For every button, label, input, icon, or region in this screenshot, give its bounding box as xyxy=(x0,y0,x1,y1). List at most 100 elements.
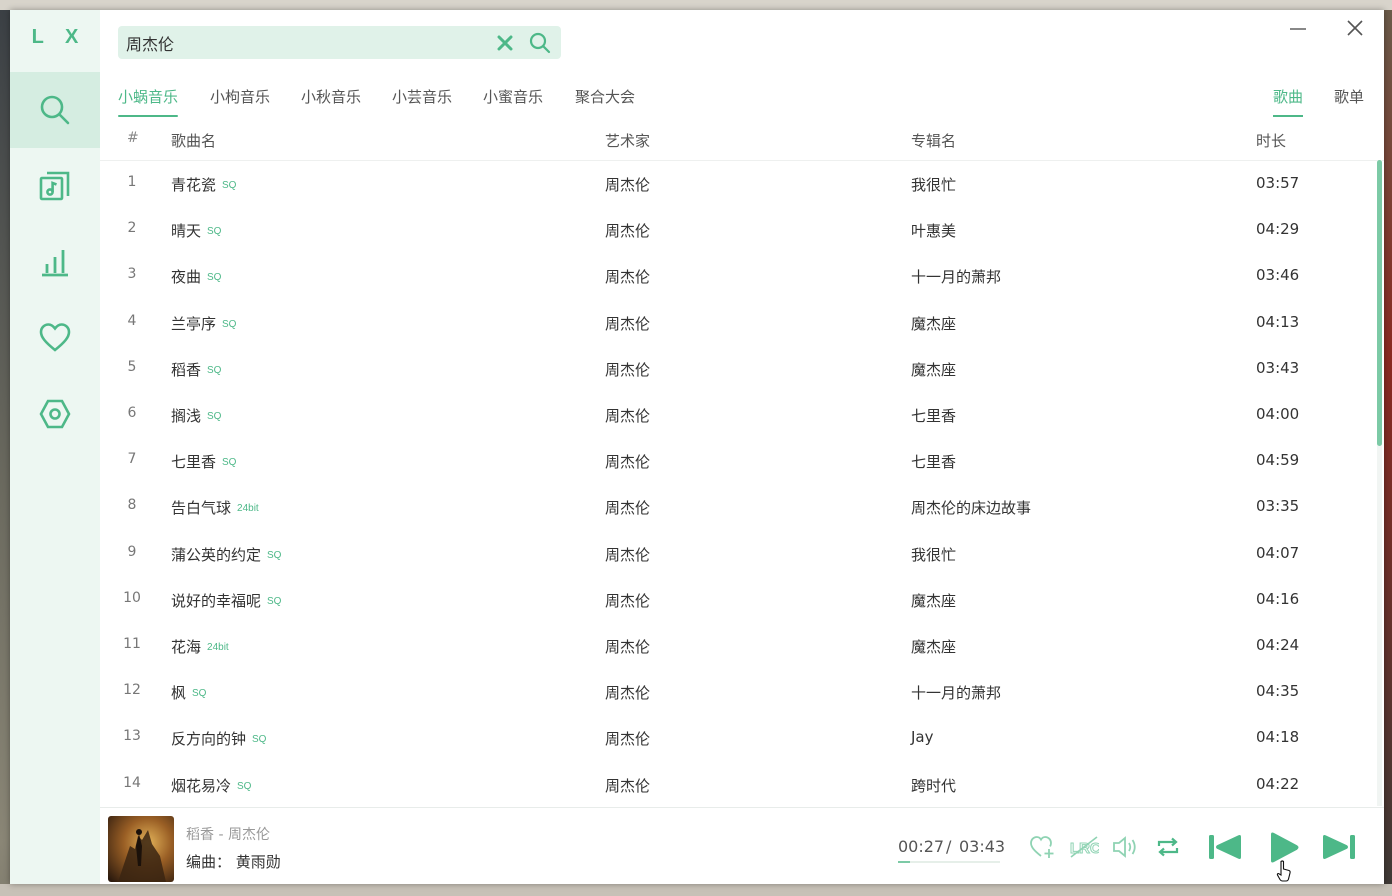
row-index: 13 xyxy=(123,728,141,745)
artist-cell[interactable]: 周杰伦 xyxy=(605,266,650,287)
scrollbar[interactable] xyxy=(1377,160,1382,806)
artist-cell[interactable]: 周杰伦 xyxy=(605,174,650,195)
song-name: 告白气球 xyxy=(171,499,232,518)
album-cell[interactable]: 魔杰座 xyxy=(911,636,956,657)
album-cell[interactable]: 我很忙 xyxy=(911,544,956,565)
artist-cell[interactable]: 周杰伦 xyxy=(605,775,650,796)
column-header-duration: 时长 xyxy=(1256,132,1287,150)
quality-badge: 24bit xyxy=(237,503,259,515)
song-name: 兰亭序 xyxy=(171,314,217,333)
table-row[interactable]: 7 七里香 SQ 周杰伦 七里香 04:59 xyxy=(100,438,1370,484)
table-row[interactable]: 3 夜曲 SQ 周杰伦 十一月的萧邦 03:46 xyxy=(100,253,1370,299)
artist-cell[interactable]: 周杰伦 xyxy=(605,359,650,380)
sidebar: L X xyxy=(10,10,100,884)
tab-source-5[interactable]: 聚合大会 xyxy=(575,86,635,107)
song-name-cell: 青花瓷 SQ xyxy=(171,174,236,195)
artist-cell[interactable]: 周杰伦 xyxy=(605,590,650,611)
artist-cell[interactable]: 周杰伦 xyxy=(605,220,650,241)
song-name: 烟花易冷 xyxy=(171,776,232,795)
row-index: 4 xyxy=(127,312,137,329)
app-logo: L X xyxy=(31,26,87,48)
album-cell[interactable]: 魔杰座 xyxy=(911,590,956,611)
table-row[interactable]: 11 花海 24bit 周杰伦 魔杰座 04:24 xyxy=(100,623,1370,669)
album-cell[interactable]: 十一月的萧邦 xyxy=(911,682,1001,703)
table-row[interactable]: 6 搁浅 SQ 周杰伦 七里香 04:00 xyxy=(100,392,1370,438)
album-cell[interactable]: Jay xyxy=(911,728,934,746)
top-bar xyxy=(100,10,1384,74)
album-cell[interactable]: 七里香 xyxy=(911,405,956,426)
quality-badge: SQ xyxy=(222,180,237,191)
album-cell[interactable]: 跨时代 xyxy=(911,775,956,796)
artist-cell[interactable]: 周杰伦 xyxy=(605,636,650,657)
table-row[interactable]: 2 晴天 SQ 周杰伦 叶惠美 04:29 xyxy=(100,207,1370,253)
artist-cell[interactable]: 周杰伦 xyxy=(605,313,650,334)
next-icon[interactable] xyxy=(1320,831,1358,863)
table-row[interactable]: 10 说好的幸福呢 SQ 周杰伦 魔杰座 04:16 xyxy=(100,577,1370,623)
table-row[interactable]: 5 稻香 SQ 周杰伦 魔杰座 03:43 xyxy=(100,346,1370,392)
artist-cell[interactable]: 周杰伦 xyxy=(605,682,650,703)
duration-cell: 03:35 xyxy=(1256,497,1300,516)
row-index: 7 xyxy=(127,451,137,468)
album-cell[interactable]: 魔杰座 xyxy=(911,359,956,380)
album-cell[interactable]: 我很忙 xyxy=(911,174,956,195)
song-name-cell: 七里香 SQ xyxy=(171,451,236,472)
album-cover[interactable] xyxy=(108,816,174,882)
close-icon[interactable] xyxy=(1345,18,1365,38)
album-cell[interactable]: 七里香 xyxy=(911,451,956,472)
song-list: 1 青花瓷 SQ 周杰伦 我很忙 03:57 2 晴天 SQ 周杰伦 叶惠美 04:29 3 夜曲 SQ 周杰… xyxy=(100,161,1370,806)
artist-cell[interactable]: 周杰伦 xyxy=(605,451,650,472)
song-name-cell: 告白气球 24bit xyxy=(171,497,259,518)
tab-source-1[interactable]: 小枸音乐 xyxy=(210,86,270,107)
sidebar-item-leaderboard[interactable] xyxy=(10,224,100,300)
artist-cell[interactable]: 周杰伦 xyxy=(605,497,650,518)
time-separator: / xyxy=(946,837,952,856)
row-index: 6 xyxy=(127,405,137,421)
sidebar-item-settings[interactable] xyxy=(10,376,100,452)
table-row[interactable]: 12 枫 SQ 周杰伦 十一月的萧邦 04:35 xyxy=(100,669,1370,715)
table-row[interactable]: 4 兰亭序 SQ 周杰伦 魔杰座 04:13 xyxy=(100,300,1370,346)
table-row[interactable]: 13 反方向的钟 SQ 周杰伦 Jay 04:18 xyxy=(100,715,1370,761)
tab-source-2[interactable]: 小秋音乐 xyxy=(301,86,361,107)
sidebar-item-song-list[interactable] xyxy=(10,148,100,224)
progress-bar[interactable] xyxy=(898,861,1000,863)
table-header: # 歌曲名 艺术家 专辑名 时长 xyxy=(100,122,1384,161)
sidebar-item-my-list[interactable] xyxy=(10,300,100,376)
tab-source-3[interactable]: 小芸音乐 xyxy=(392,86,452,107)
progress-fill xyxy=(898,861,911,863)
music-player-window: L X 小蜗音乐 小枸音乐 小秋音乐 小芸音乐 小蜜音乐 xyxy=(10,10,1384,884)
search-button-icon[interactable] xyxy=(528,31,552,55)
table-row[interactable]: 8 告白气球 24bit 周杰伦 周杰伦的床边故事 03:35 xyxy=(100,484,1370,530)
song-name-cell: 晴天 SQ xyxy=(171,220,221,241)
album-cell[interactable]: 十一月的萧邦 xyxy=(911,266,1001,287)
artist-cell[interactable]: 周杰伦 xyxy=(605,544,650,565)
sidebar-item-search[interactable] xyxy=(10,72,100,148)
clear-icon[interactable] xyxy=(494,32,516,54)
album-cell[interactable]: 周杰伦的床边故事 xyxy=(911,497,1031,518)
duration-cell: 04:29 xyxy=(1256,220,1300,239)
now-playing-title: 稻香 - 周杰伦 xyxy=(186,827,270,843)
heart-add-icon[interactable] xyxy=(1029,834,1055,860)
album-cell[interactable]: 魔杰座 xyxy=(911,313,956,334)
album-cover-art xyxy=(108,816,174,882)
volume-icon[interactable] xyxy=(1111,834,1139,860)
tab-source-4[interactable]: 小蜜音乐 xyxy=(483,86,543,107)
search-icon xyxy=(40,95,70,125)
table-row[interactable]: 14 烟花易冷 SQ 周杰伦 跨时代 04:22 xyxy=(100,762,1370,806)
row-index: 3 xyxy=(127,266,137,283)
album-cell[interactable]: 叶惠美 xyxy=(911,220,956,241)
bar-chart-icon xyxy=(42,250,68,277)
artist-cell[interactable]: 周杰伦 xyxy=(605,728,650,749)
table-row[interactable]: 1 青花瓷 SQ 周杰伦 我很忙 03:57 xyxy=(100,161,1370,207)
previous-icon[interactable] xyxy=(1206,831,1244,863)
tab-source-0[interactable]: 小蜗音乐 xyxy=(118,86,179,117)
table-row[interactable]: 9 蒲公英的约定 SQ 周杰伦 我很忙 04:07 xyxy=(100,531,1370,577)
minimize-icon[interactable] xyxy=(1288,26,1308,46)
lyric-icon[interactable]: LRC xyxy=(1069,835,1099,859)
search-input[interactable] xyxy=(126,26,486,59)
scrollbar-thumb[interactable] xyxy=(1377,160,1382,446)
row-index: 14 xyxy=(123,774,141,791)
tab-type-playlists[interactable]: 歌单 xyxy=(1334,86,1364,107)
artist-cell[interactable]: 周杰伦 xyxy=(605,405,650,426)
repeat-icon[interactable] xyxy=(1155,834,1181,860)
tab-type-songs[interactable]: 歌曲 xyxy=(1273,86,1304,117)
